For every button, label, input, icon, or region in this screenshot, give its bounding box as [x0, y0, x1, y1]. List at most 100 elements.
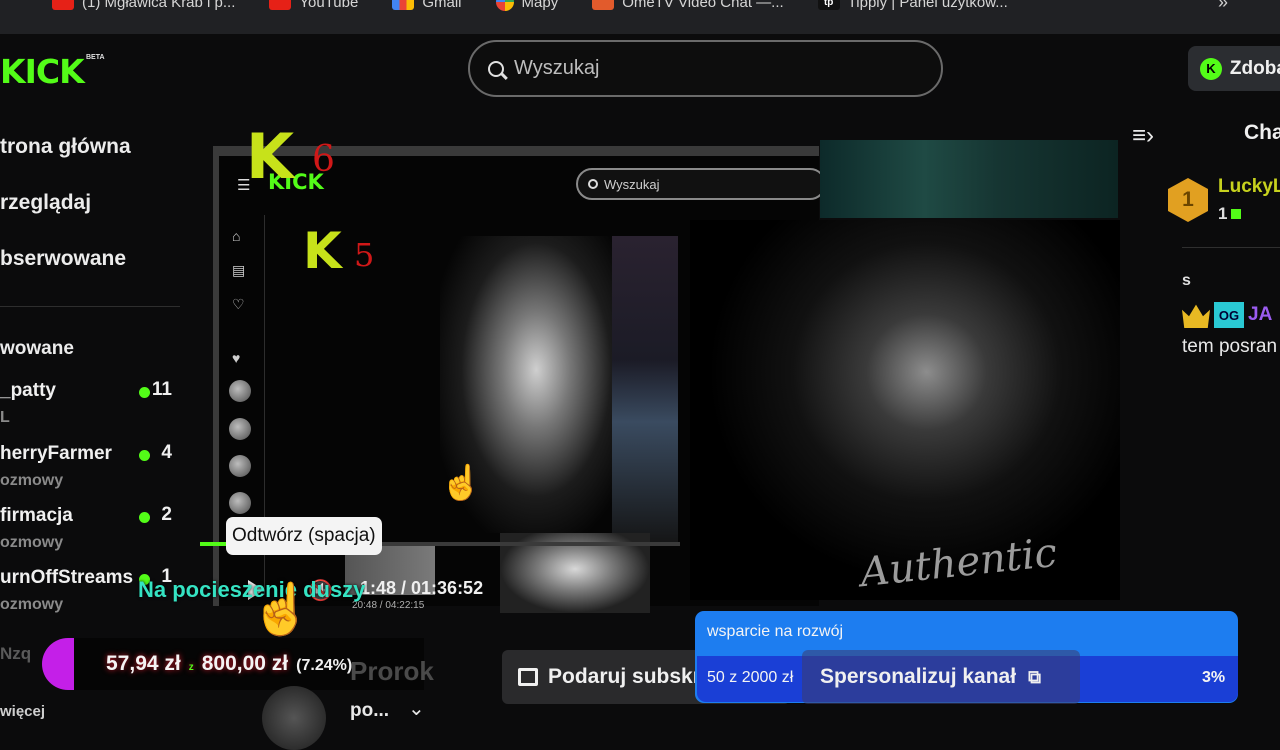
show-more-link[interactable]: więcej [0, 703, 45, 720]
ometv-icon [592, 0, 615, 10]
nav-following[interactable]: bserwowane [0, 247, 126, 271]
followed-channel-item[interactable]: herryFarmer ozmowy 4 [0, 442, 180, 499]
maps-icon [495, 0, 514, 11]
webcam-preview-strip [820, 140, 1118, 218]
crown-badge-icon [1182, 304, 1210, 328]
search-input[interactable]: Wyszukaj [468, 40, 943, 97]
followed-channels-header: wowane [0, 338, 74, 359]
bookmark-label: OmeTV Video Chat —... [622, 0, 784, 11]
goal-accent [42, 638, 76, 690]
bookmark-tipply[interactable]: tp Tipply | Panel użytkow... [817, 0, 1008, 12]
gift-icon [1231, 209, 1242, 219]
search-placeholder: Wyszukaj [514, 57, 600, 79]
support-goal-percent: 3% [1202, 669, 1226, 686]
bookmark-ometv[interactable]: OmeTV Video Chat —... [592, 0, 784, 12]
search-icon [588, 179, 598, 189]
time-display: 1:48 / 01:36:52 [360, 578, 484, 598]
stream-category[interactable]: po... [350, 700, 389, 722]
get-kicks-label: Zdobądź [1229, 57, 1280, 79]
bookmarks-more-button[interactable]: » [1218, 0, 1228, 13]
viewer-count: 2 [161, 504, 172, 525]
channel-name: herryFarmer [0, 443, 112, 464]
bookmark-label: Mapy [521, 0, 559, 11]
followed-channel-item[interactable]: firmacja ozmowy 2 [0, 504, 180, 561]
beta-badge: BETA [86, 54, 105, 61]
goal-current: 57,94 zł [106, 652, 181, 675]
followed-channel-item[interactable]: _patty L 11 [0, 379, 180, 436]
chat-gift-count: 1 [1218, 204, 1242, 224]
channel-category: L [0, 409, 10, 426]
overlay-number: 5 [354, 236, 375, 274]
channel-name: firmacja [0, 505, 73, 526]
heart-filled-icon: ♥ [232, 350, 241, 366]
kick-coin-icon: K [1200, 57, 1222, 80]
search-icon [488, 60, 504, 77]
og-badge-icon: OG [1214, 302, 1244, 328]
video-frame-side [612, 236, 678, 546]
tipply-icon: tp [817, 0, 840, 10]
channel-category: ozmowy [0, 534, 64, 551]
chat-username[interactable]: JA [1248, 304, 1272, 326]
bookmark-mapy[interactable]: Mapy [495, 0, 559, 12]
bookmark-label: Gmail [422, 0, 462, 11]
gift-count: 1 [1218, 204, 1228, 223]
channel-name: urnOffStreams [0, 567, 134, 588]
kick-logo[interactable]: KICK [0, 52, 85, 91]
support-goal-title: wsparcie na rozwój [707, 623, 844, 640]
channel-avatar[interactable] [262, 686, 326, 750]
gift-icon [518, 668, 538, 686]
progress-fill [200, 542, 229, 546]
avatar [229, 455, 251, 477]
collapse-chat-icon[interactable]: ≡› [1132, 122, 1154, 150]
overlay-k-logo: K [303, 222, 342, 280]
channel-category: ozmowy [0, 596, 64, 613]
chat-title: Chat [1244, 121, 1280, 144]
bookmark-gmail[interactable]: Gmail [392, 0, 462, 12]
bookmarks-bar: (1) Mgławica Krab i p... YouTube Gmail M… [0, 0, 1280, 34]
customize-channel-button[interactable]: Spersonalizuj kanał ⧉ [802, 650, 1080, 704]
hand-cursor-icon: ☝ [250, 581, 313, 637]
get-kicks-button[interactable]: K Zdobądź [1188, 46, 1280, 91]
overlay-k-logo: K [246, 120, 295, 193]
youtube-icon [269, 0, 292, 10]
external-link-icon: ⧉ [1028, 666, 1041, 687]
bookmark-label: (1) Mgławica Krab i p... [82, 0, 236, 11]
home-icon: ⌂ [232, 228, 241, 244]
gift-badge-icon: 1 [1168, 178, 1208, 222]
nav-browse[interactable]: rzeglądaj [0, 191, 91, 215]
sidebar-divider [0, 306, 180, 307]
bookmark-label: YouTube [299, 0, 359, 11]
customize-channel-label: Spersonalizuj kanał [820, 665, 1017, 688]
channel-name-truncated[interactable]: Nzq [0, 644, 31, 664]
chat-username[interactable]: LuckyL [1218, 176, 1280, 198]
donation-goal-amount: 57,94 zł z 800,00 zł (7.24%) [106, 652, 352, 676]
bookmark-youtube[interactable]: YouTube [269, 0, 358, 12]
bookmark-mglawica[interactable]: (1) Mgławica Krab i p... [52, 0, 235, 12]
avatar [229, 492, 251, 514]
heart-icon: ♡ [232, 296, 245, 312]
avatar [229, 380, 251, 402]
avatar [229, 418, 251, 440]
chevron-down-icon[interactable]: ⌄ [408, 696, 425, 721]
capture-search-placeholder: Wyszukaj [604, 176, 660, 192]
channel-name: _patty [0, 380, 56, 401]
live-dot-icon [139, 387, 150, 398]
capture-search-input: Wyszukaj [576, 168, 826, 200]
nav-home[interactable]: trona główna [0, 135, 131, 159]
live-dot-icon [139, 512, 150, 523]
browse-icon: ▤ [232, 262, 246, 278]
gmail-icon [392, 0, 415, 10]
channel-category: ozmowy [0, 472, 64, 489]
viewer-count: 11 [151, 379, 172, 400]
hand-cursor-icon: ☝ [440, 464, 483, 502]
goal-percent: (7.24%) [296, 657, 353, 674]
play-tooltip: Odtwórz (spacja) [226, 517, 382, 555]
goal-separator: z [188, 662, 194, 673]
support-goal-amount: 50 z 2000 zł [707, 669, 794, 686]
live-dot-icon [139, 450, 150, 461]
viewer-count: 4 [161, 442, 172, 463]
chat-divider [1182, 247, 1280, 248]
chat-text-fragment: s [1182, 272, 1191, 289]
chat-message: tem posran [1182, 336, 1278, 357]
bookmark-label: Tipply | Panel użytkow... [847, 0, 1008, 11]
